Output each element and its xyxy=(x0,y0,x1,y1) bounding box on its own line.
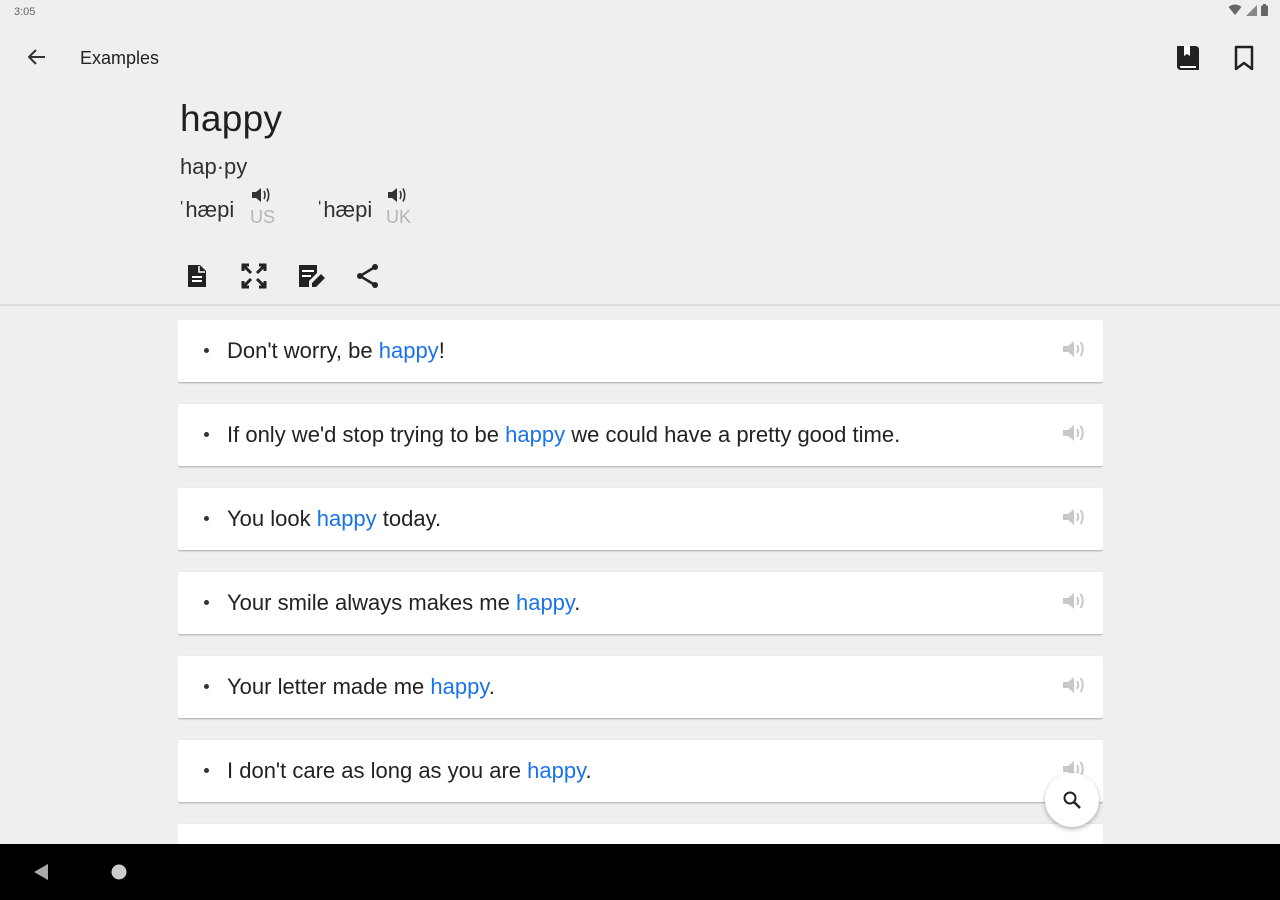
highlighted-word: happy xyxy=(515,590,575,615)
status-icons xyxy=(1228,4,1268,16)
arrow-back-icon xyxy=(28,49,45,65)
sentence-text: Your smile always makes me xyxy=(227,590,516,615)
highlighted-word: happy xyxy=(378,338,439,363)
example-sentence: I don't care as long as you are happy. xyxy=(227,758,592,784)
example-card[interactable]: Your letter made me happy. xyxy=(178,656,1103,718)
system-nav-bar xyxy=(0,844,1280,900)
pronunciation-ipa: ˈhæpi xyxy=(178,197,235,222)
examples-list: Don't worry, be happy! If only we'd stop … xyxy=(178,320,1103,844)
sentence-text: Your letter made me xyxy=(227,674,431,699)
bullet xyxy=(204,432,209,437)
dictionary-button[interactable] xyxy=(1170,40,1206,76)
example-sentence: You look happy today. xyxy=(227,506,441,532)
document-icon xyxy=(188,265,206,287)
sentence-text: If only we'd stop trying to be xyxy=(227,422,506,447)
app-title: Examples xyxy=(80,48,160,68)
bullet xyxy=(204,600,209,605)
sentence-text: I don't care as long as you are xyxy=(227,758,528,783)
fullscreen-button[interactable] xyxy=(236,258,272,294)
speaker-icon[interactable] xyxy=(1061,422,1087,444)
bullet xyxy=(204,516,209,521)
example-card[interactable]: I don't care as long as you are happy. xyxy=(178,740,1103,802)
sentence-text: . xyxy=(585,758,592,783)
app-bar: Examples xyxy=(0,30,1280,86)
share-button[interactable] xyxy=(350,258,386,294)
header-divider xyxy=(0,304,1280,306)
edit-note-icon xyxy=(299,265,325,287)
nav-back-icon[interactable] xyxy=(30,862,52,882)
status-bar: 3:05 xyxy=(0,0,1280,26)
highlighted-word: happy xyxy=(316,506,377,531)
speaker-icon[interactable] xyxy=(1061,590,1087,612)
headword: happy xyxy=(180,98,283,139)
example-sentence: Don't worry, be happy! xyxy=(227,338,445,364)
highlighted-word: happy xyxy=(430,674,489,699)
bookmark-button[interactable] xyxy=(1226,40,1262,76)
syllabification: hap·py xyxy=(180,154,248,179)
example-card[interactable] xyxy=(178,824,1103,844)
sentence-text: ! xyxy=(438,338,445,363)
speaker-icon[interactable] xyxy=(250,185,272,205)
search-fab[interactable] xyxy=(1045,773,1099,827)
pronunciation-region: UK xyxy=(386,207,412,227)
speaker-icon[interactable] xyxy=(1061,506,1087,528)
speaker-icon[interactable] xyxy=(1061,674,1087,696)
signal-icon xyxy=(1246,4,1257,16)
sentence-text: Don't worry, be xyxy=(227,338,379,363)
example-sentence: Your smile always makes me happy. xyxy=(227,590,580,616)
speaker-icon[interactable] xyxy=(1061,338,1087,360)
highlighted-word: happy xyxy=(505,422,566,447)
battery-icon xyxy=(1261,4,1268,16)
example-card[interactable]: Your smile always makes me happy. xyxy=(178,572,1103,634)
search-icon xyxy=(1063,791,1081,809)
edit-note-button[interactable] xyxy=(293,258,329,294)
highlighted-word: happy xyxy=(527,758,586,783)
document-button[interactable] xyxy=(179,258,215,294)
dictionary-book-icon xyxy=(1177,46,1199,70)
pronunciation-region: US xyxy=(250,207,276,227)
example-sentence: Your letter made me happy. xyxy=(227,674,495,700)
bookmark-icon xyxy=(1234,45,1254,71)
bullet xyxy=(204,768,209,773)
speaker-icon[interactable] xyxy=(386,185,408,205)
bullet xyxy=(204,684,209,689)
wifi-icon xyxy=(1228,4,1242,15)
sentence-text: . xyxy=(574,590,581,615)
example-sentence: If only we'd stop trying to be happy we … xyxy=(227,422,900,448)
example-card[interactable]: You look happy today. xyxy=(178,488,1103,550)
screen: 3:05 Examples happy hap·py ˈhæpi US ˈhæp… xyxy=(0,0,1280,900)
status-time: 3:05 xyxy=(14,6,36,18)
example-card[interactable]: If only we'd stop trying to be happy we … xyxy=(178,404,1103,466)
share-icon xyxy=(357,264,378,288)
sentence-text: today. xyxy=(376,506,442,531)
sentence-text: You look xyxy=(227,506,317,531)
sentence-text: we could have a pretty good time. xyxy=(565,422,901,447)
example-card[interactable]: Don't worry, be happy! xyxy=(178,320,1103,382)
sentence-text: . xyxy=(488,674,495,699)
fullscreen-icon xyxy=(241,263,267,289)
back-button[interactable] xyxy=(20,40,54,74)
pronunciation-ipa: ˈhæpi xyxy=(316,197,373,222)
nav-home-icon[interactable] xyxy=(110,863,128,881)
bullet xyxy=(204,348,209,353)
